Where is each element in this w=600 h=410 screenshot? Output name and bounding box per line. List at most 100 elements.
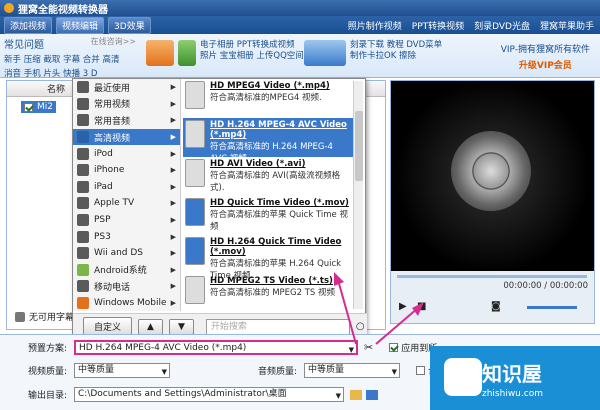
ppt-ad[interactable]: 电子相册 PPT转换成视频 照片 宝宝相册 上传QQ空间 [146,40,304,66]
mpeg4-icon [185,81,205,109]
apple-helper-link[interactable]: 狸窝苹果助手 [540,19,594,32]
scrollbar-thumb[interactable] [355,111,363,181]
chevron-down-icon: ▼ [335,392,341,400]
output-dir-label: 输出目录: [28,391,68,401]
hd-icon [77,131,89,144]
output-dir-select[interactable]: C:\Documents and Settings\Administrator\… [74,387,344,402]
dvd-ad[interactable]: 刻录下载 教程 DVD菜单 制作卡拉OK 擦除 [304,40,442,66]
format-item[interactable]: HD Quick Time Video (*.mov) 符合高清标准的苹果 Qui… [183,196,353,235]
windows-icon [77,297,89,310]
format-item[interactable]: HD MPEG2 TS Video (*.ts) 符合高清标准的 MPEG2 TS… [183,274,353,311]
app-title: 狸窝全能视频转换器 [18,4,108,16]
3d-effect-button[interactable]: 3D效果 [108,16,151,34]
add-video-button[interactable]: 添加视频 [4,16,53,34]
move-down-button[interactable]: ▼ [168,318,194,335]
category-item-selected[interactable]: 高清视频 ▶ [73,128,180,146]
burn-dvd-link[interactable]: 刻录DVD光盘 [474,19,530,32]
ppt-convert-link[interactable]: PPT转换视频 [412,19,464,32]
ipod-icon [77,147,89,160]
quicktime-icon [185,198,205,226]
ad1-line2: 照片 宝宝相册 上传QQ空间 [200,51,304,61]
time-display: 00:00:00 / 00:00:00 [503,281,588,291]
vip-upgrade-link[interactable]: 升级VIP会员 [501,58,590,71]
file-checkbox[interactable] [24,102,33,112]
category-item[interactable]: 最近使用 ▶ [73,79,180,96]
move-up-button[interactable]: ▲ [138,318,163,335]
apple-tv-icon [77,197,89,210]
main-toolbar: 添加视频 视频编辑 3D效果 照片制作视频 PPT转换视频 刻录DVD光盘 狸窝… [0,16,600,34]
category-item[interactable]: PSP ▶ [73,212,180,229]
category-item[interactable]: iPhone ▶ [73,162,180,179]
preset-select[interactable]: HD H.264 MPEG-4 AVC Video (*.mp4) ▼ [74,340,358,355]
category-item[interactable]: PS3 ▶ [73,228,180,245]
volume-slider[interactable] [527,306,577,309]
open-folder-icon[interactable] [366,389,378,400]
watermark-url: zhishiwu.com [482,388,543,399]
format-search-input[interactable]: 开始搜索 [205,318,350,335]
online-consult-link[interactable]: 在线咨询>> [91,36,136,51]
category-item[interactable]: iPod ▶ [73,145,180,162]
watermark-logo-icon [444,358,482,396]
category-item[interactable]: 常用视频 ▶ [73,96,180,113]
merge-checkbox[interactable] [416,366,425,375]
h264-icon [185,120,205,148]
dvd-burn-icon [304,40,346,66]
category-item[interactable]: Wii and DS ▶ [73,245,180,262]
iphone-icon [77,164,89,177]
audio-quality-select[interactable]: 中等质量 ▼ [304,363,400,378]
recent-icon [77,81,89,94]
ppt-album-icon [146,40,174,66]
camera-icon[interactable]: ◙ [491,301,501,312]
site-watermark: 知识屋 zhishiwu.com [430,346,600,410]
film-reel-icon [451,131,531,211]
name-column-header[interactable]: 名称 [47,82,65,95]
vip-text: VIP-拥有狸窝所有软件 [500,45,590,55]
arrow-shaft [337,279,357,345]
quicktime-h264-icon [185,237,205,265]
file-row[interactable]: Mi2 [21,101,56,113]
category-item[interactable]: 常用音频 ▶ [73,112,180,129]
mobile-phone-icon [77,280,89,293]
subtitle-icon [15,311,25,322]
category-item[interactable]: Apple TV ▶ [73,195,180,212]
ad1-line1: 电子相册 PPT转换成视频 [200,40,295,50]
preview-player: 00:00:00 / 00:00:00 ▶ ■ ◙ [390,80,595,324]
format-item[interactable]: HD MPEG4 Video (*.mp4) 符合高清标准的MPEG4 视频. [183,79,353,118]
annotation-arrow [334,272,357,345]
vip-panel[interactable]: VIP-拥有狸窝所有软件 升级VIP会员 [501,42,590,71]
photo-video-link[interactable]: 照片制作视频 [348,19,402,32]
seek-bar[interactable] [397,275,587,278]
format-item[interactable]: HD AVI Video (*.avi) 符合高清标准的 AVI(高级流视频格式)… [183,157,353,196]
chevron-down-icon: ▼ [161,368,167,376]
format-menu: 最近使用 ▶ 常用视频 ▶ 常用音频 ▶ 高清视频 ▶ iPod ▶ iPhone ▶ iP… [72,78,367,339]
category-item[interactable]: 移动电话 ▶ [73,278,180,295]
video-edit-button[interactable]: 视频编辑 [56,16,105,34]
format-item-selected[interactable]: HD H.264 MPEG-4 AVC Video (*.mp4) 符合高清标准的… [183,118,353,164]
ipad-icon [77,180,89,193]
category-item[interactable]: Android系统 ▶ [73,262,180,279]
watermark-title: 知识屋 [482,361,542,386]
arrow-head [334,272,344,286]
category-item[interactable]: iPad ▶ [73,179,180,196]
faq-links-row1[interactable]: 新手 压缩 截取 字幕 合并 高清 [4,53,136,65]
psp-icon [77,214,89,227]
promo-bar: 常见问题 在线咨询>> 新手 压缩 截取 字幕 合并 高清 消音 手机 片头 快… [0,34,600,79]
photo-icon [178,40,196,66]
audio-icon [77,114,89,127]
subtitle-selector[interactable]: 无可用字幕 [15,310,74,323]
arrow-shaft [375,307,419,345]
app-logo-icon [4,3,14,13]
no-subtitle-label: 无可用字幕 [29,313,75,323]
avi-icon [185,159,205,187]
folder-icon[interactable] [350,389,362,400]
android-icon [77,263,89,276]
settings-tools-icon[interactable]: ✂ [364,341,373,354]
video-quality-select[interactable]: 中等质量 ▼ [74,363,170,378]
format-list: HD MPEG4 Video (*.mp4) 符合高清标准的MPEG4 视频. H… [183,79,353,311]
video-icon [77,97,89,110]
preset-label: 预置方案: [28,344,68,354]
category-item[interactable]: Windows Mobile ▶ [73,295,180,312]
wii-icon [77,247,89,260]
preview-screen [391,81,594,271]
format-item[interactable]: HD H.264 Quick Time Video (*.mov) 符合高清标准的… [183,235,353,281]
